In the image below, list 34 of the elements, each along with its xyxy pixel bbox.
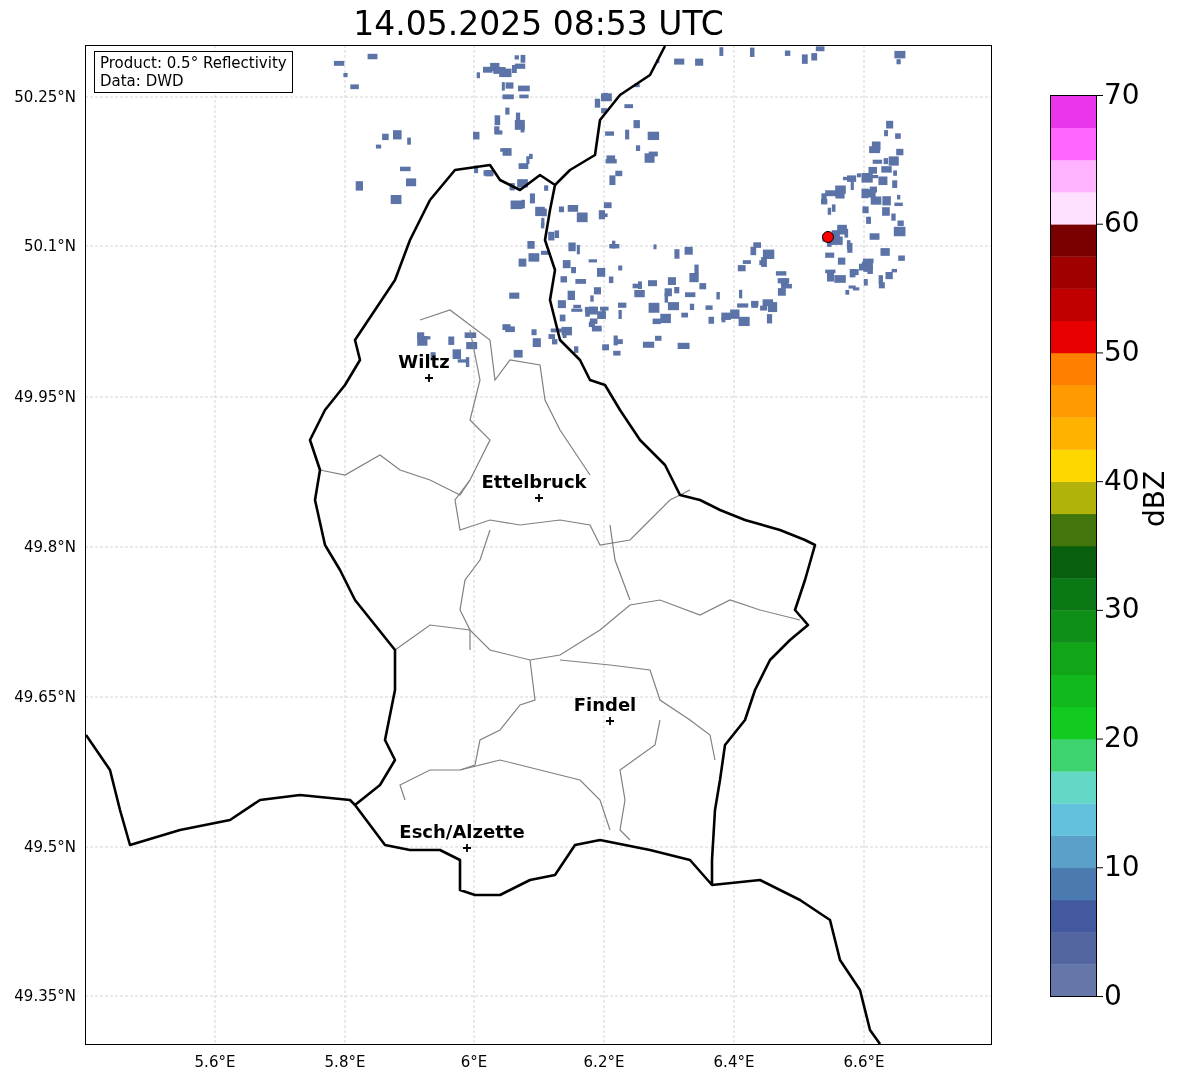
city-label: Wiltz xyxy=(398,352,450,372)
colorbar-tick-label: 40 xyxy=(1104,465,1140,496)
axis-tick-label: 49.65°N xyxy=(14,688,76,706)
city-label: Esch/Alzette xyxy=(399,822,525,842)
city-marker-icon xyxy=(605,716,615,726)
axis-tick-label: 49.35°N xyxy=(14,987,76,1005)
city-label: Ettelbruck xyxy=(481,472,587,492)
chart-title: 14.05.2025 08:53 UTC xyxy=(352,4,725,44)
colorbar-tick-label: 0 xyxy=(1104,980,1122,1011)
city-marker-icon xyxy=(534,493,544,503)
axis-tick-label: 50.25°N xyxy=(14,88,76,106)
info-text: Product: 0.5° Reflectivity xyxy=(100,54,287,72)
axis-tick-label: 49.95°N xyxy=(14,388,76,406)
axis-tick-label: 6.2°E xyxy=(583,1053,625,1071)
colorbar-title: dBZ xyxy=(1140,470,1170,527)
axis-tick-label: 6.6°E xyxy=(843,1053,885,1071)
axis-tick-label: 5.8°E xyxy=(324,1053,366,1071)
axis-tick-label: 49.8°N xyxy=(23,538,76,556)
radar-site-marker xyxy=(822,231,834,243)
axis-tick-label: 6.4°E xyxy=(713,1053,755,1071)
axis-tick-label: 50.1°N xyxy=(23,237,76,255)
axis-tick-label: 6°E xyxy=(460,1053,488,1071)
colorbar-tick-label: 50 xyxy=(1104,336,1140,367)
city-marker-icon xyxy=(462,843,472,853)
axis-tick-label: 49.5°N xyxy=(23,838,76,856)
city-label: Findel xyxy=(573,695,637,715)
colorbar-tick-label: 30 xyxy=(1104,594,1140,625)
colorbar-tick-label: 20 xyxy=(1104,723,1140,754)
colorbar-tick-label: 70 xyxy=(1104,79,1140,110)
colorbar-tick-label: 10 xyxy=(1104,851,1140,882)
city-marker-icon xyxy=(424,373,434,383)
axis-tick-label: 5.6°E xyxy=(194,1053,236,1071)
info-text: Data: DWD xyxy=(100,72,185,90)
colorbar-tick-label: 60 xyxy=(1104,208,1140,239)
